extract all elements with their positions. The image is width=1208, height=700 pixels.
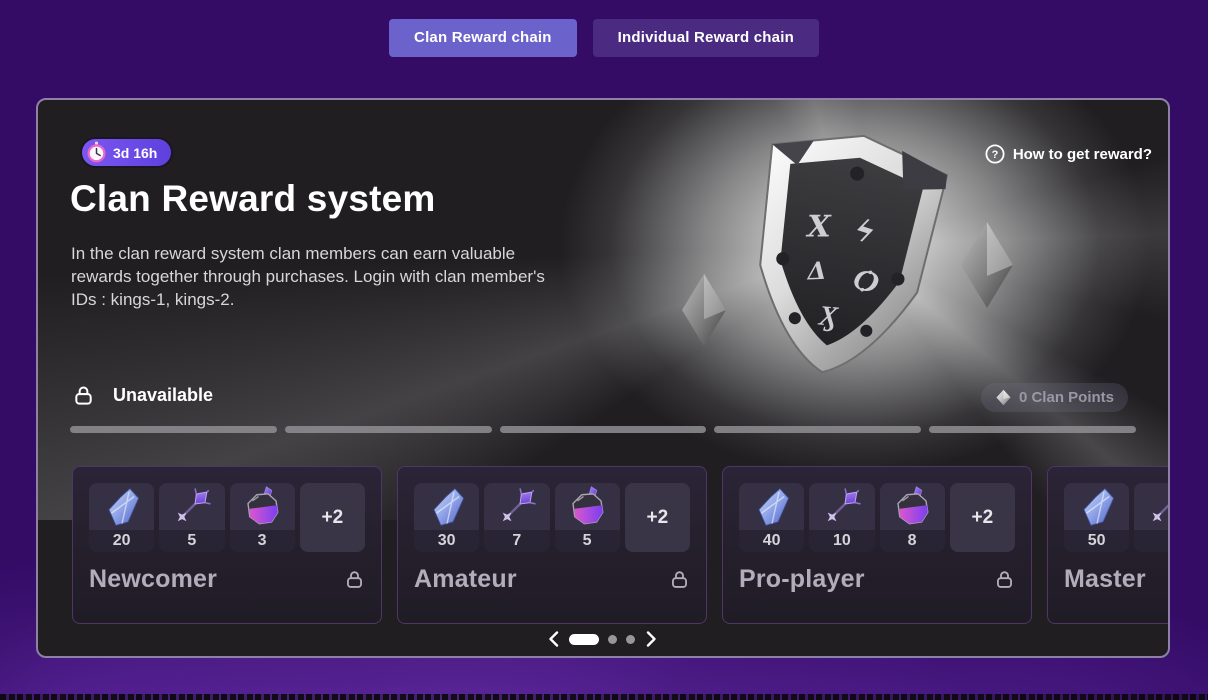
clan-points-label: 0 Clan Points <box>1019 389 1114 406</box>
scepter-icon <box>1146 486 1170 528</box>
progress-segment <box>714 426 921 433</box>
reward-item-count: 40 <box>739 530 804 552</box>
carousel-dot-active[interactable] <box>569 634 599 645</box>
tab-individual-reward-chain[interactable]: Individual Reward chain <box>593 19 819 57</box>
clan-reward-panel: X ϟ Δ Ѻ Ӽ 3d 16h Clan Reward system In t… <box>36 98 1170 658</box>
potion-icon <box>241 486 283 528</box>
svg-text:?: ? <box>991 149 998 161</box>
progress-segment <box>70 426 277 433</box>
reward-item: 20 <box>89 483 154 552</box>
reward-item-count: 7 <box>484 530 549 552</box>
scepter-icon <box>496 486 538 528</box>
reward-item: 30 <box>414 483 479 552</box>
shield-artwork: X ϟ Δ Ѻ Ӽ <box>730 128 956 380</box>
reward-items: 50 <box>1064 483 1170 552</box>
page-title: Clan Reward system <box>70 178 436 220</box>
question-circle-icon: ? <box>985 144 1005 164</box>
reward-item-count: 5 <box>159 530 224 552</box>
tier-card-master[interactable]: 50 Master <box>1047 466 1170 624</box>
carousel-next-button[interactable] <box>644 630 658 648</box>
potion-icon <box>566 486 608 528</box>
chevron-left-icon <box>548 631 559 647</box>
status-row: Unavailable <box>72 384 213 407</box>
reward-item: 3 <box>230 483 295 552</box>
clan-points-badge: 0 Clan Points <box>981 383 1128 412</box>
how-to-get-reward-label: How to get reward? <box>1013 146 1152 163</box>
reward-item: 7 <box>484 483 549 552</box>
tier-card-pro-player[interactable]: 40 10 8 +2 Pro-player <box>722 466 1032 624</box>
reward-item-count: 10 <box>809 530 874 552</box>
reward-progress-bar <box>70 426 1136 433</box>
more-rewards-tile[interactable]: +2 <box>950 483 1015 552</box>
tab-clan-reward-chain[interactable]: Clan Reward chain <box>389 19 577 57</box>
progress-segment <box>500 426 707 433</box>
reward-item-count: 30 <box>414 530 479 552</box>
reward-items: 20 5 3 +2 <box>89 483 365 552</box>
more-rewards-tile[interactable]: +2 <box>625 483 690 552</box>
progress-segment <box>285 426 492 433</box>
lock-icon <box>344 569 365 590</box>
crystal-icon <box>1076 486 1118 528</box>
reward-item-count <box>1134 530 1170 552</box>
lock-icon <box>669 569 690 590</box>
lock-icon <box>72 384 95 407</box>
tier-card-amateur[interactable]: 30 7 5 +2 Amateur <box>397 466 707 624</box>
stopwatch-icon <box>86 141 107 164</box>
carousel-dot[interactable] <box>608 635 617 644</box>
carousel-prev-button[interactable] <box>546 630 560 648</box>
reward-item-count: 50 <box>1064 530 1129 552</box>
crystal-icon <box>101 486 143 528</box>
chevron-right-icon <box>646 631 657 647</box>
floating-gem-icon <box>956 220 1018 310</box>
tier-name: Master <box>1064 565 1146 594</box>
potion-icon <box>891 486 933 528</box>
reward-items: 30 7 5 +2 <box>414 483 690 552</box>
crystal-icon <box>751 486 793 528</box>
page-description: In the clan reward system clan members c… <box>71 242 549 311</box>
reward-item-count: 8 <box>880 530 945 552</box>
tier-card-newcomer[interactable]: 20 5 3 +2 Newcomer <box>72 466 382 624</box>
svg-text:Δ: Δ <box>806 256 827 286</box>
crystal-icon <box>426 486 468 528</box>
reward-item: 8 <box>880 483 945 552</box>
reward-chain-tabs: Clan Reward chain Individual Reward chai… <box>0 19 1208 57</box>
carousel-dot[interactable] <box>626 635 635 644</box>
reward-item: 5 <box>159 483 224 552</box>
progress-segment <box>929 426 1136 433</box>
reward-item: 50 <box>1064 483 1129 552</box>
more-rewards-tile[interactable]: +2 <box>300 483 365 552</box>
how-to-get-reward-link[interactable]: ? How to get reward? <box>985 144 1152 164</box>
scepter-icon <box>821 486 863 528</box>
carousel-controls <box>546 630 658 648</box>
reward-item <box>1134 483 1170 552</box>
tier-name: Amateur <box>414 565 517 594</box>
reward-item-count: 5 <box>555 530 620 552</box>
reward-item: 10 <box>809 483 874 552</box>
lock-icon <box>994 569 1015 590</box>
reward-tier-carousel: 20 5 3 +2 Newcomer <box>72 466 1170 624</box>
reward-item-count: 3 <box>230 530 295 552</box>
status-label: Unavailable <box>113 385 213 406</box>
tier-name: Newcomer <box>89 565 217 594</box>
floating-gem-icon <box>678 272 730 348</box>
svg-text:X: X <box>805 209 832 244</box>
timer-badge: 3d 16h <box>82 139 171 166</box>
gem-icon <box>995 389 1012 406</box>
tier-name: Pro-player <box>739 565 865 594</box>
timer-badge-label: 3d 16h <box>113 145 157 161</box>
scepter-icon <box>171 486 213 528</box>
reward-item: 40 <box>739 483 804 552</box>
reward-items: 40 10 8 +2 <box>739 483 1015 552</box>
reward-item-count: 20 <box>89 530 154 552</box>
screenshot-torn-edge <box>0 694 1208 700</box>
reward-item: 5 <box>555 483 620 552</box>
